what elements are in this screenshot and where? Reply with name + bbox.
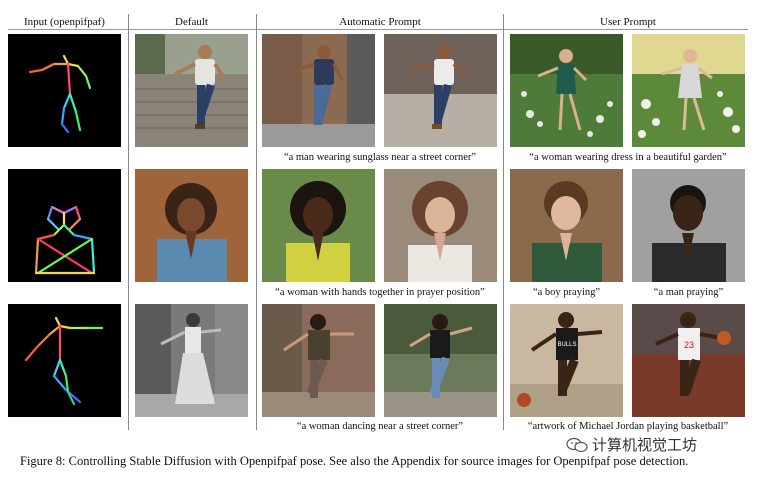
caption-row3-user: “artwork of Michael Jordan playing baske… <box>527 421 729 432</box>
watermark-text: 计算机视觉工坊 <box>592 436 698 454</box>
wechat-icon <box>566 437 588 452</box>
watermark: 计算机视觉工坊 <box>566 434 697 455</box>
auto-image-woman-dancing-1 <box>262 304 375 417</box>
column-separator <box>128 14 129 430</box>
auto-image-man-sunglass-2 <box>384 34 497 147</box>
caption-row1-automatic: “a man wearing sunglass near a street co… <box>283 152 477 163</box>
default-image-woman-praying <box>135 169 248 282</box>
auto-image-woman-prayer-1 <box>262 169 375 282</box>
pose-skeleton-image <box>8 34 121 147</box>
jersey-text: BULLS <box>557 342 576 348</box>
header-automatic-prompt: Automatic Prompt <box>339 16 421 28</box>
caption-row2-user-man: “a man praying” <box>653 287 724 298</box>
default-image-man-street <box>135 34 248 147</box>
caption-row1-user: “a woman wearing dress in a beautiful ga… <box>529 152 727 163</box>
jersey-number: 23 <box>684 340 694 350</box>
auto-image-woman-dancing-2 <box>384 304 497 417</box>
pose-skeleton-image <box>8 169 121 282</box>
user-image-woman-garden-2 <box>632 34 745 147</box>
user-image-jordan-artwork-2: 23 <box>632 304 745 417</box>
column-separator <box>503 14 504 430</box>
header-input: Input (openpifpaf) <box>24 16 105 28</box>
column-separator <box>256 14 257 430</box>
header-default: Default <box>175 16 208 28</box>
default-image-woman-dancing <box>135 304 248 417</box>
caption-row2-automatic: “a woman with hands together in prayer p… <box>275 287 485 298</box>
header-user-prompt: User Prompt <box>600 16 656 28</box>
user-image-jordan-artwork-1: BULLS <box>510 304 623 417</box>
caption-row3-automatic: “a woman dancing near a street corner” <box>296 421 464 432</box>
user-image-man-praying <box>632 169 745 282</box>
header-underline <box>8 29 748 30</box>
user-image-boy-praying <box>510 169 623 282</box>
caption-row2-user-boy: “a boy praying” <box>532 287 601 298</box>
auto-image-woman-prayer-2 <box>384 169 497 282</box>
pose-skeleton-image <box>8 304 121 417</box>
user-image-woman-garden-1 <box>510 34 623 147</box>
auto-image-man-sunglass-1 <box>262 34 375 147</box>
figure-caption: Figure 8: Controlling Stable Diffusion w… <box>20 454 689 468</box>
